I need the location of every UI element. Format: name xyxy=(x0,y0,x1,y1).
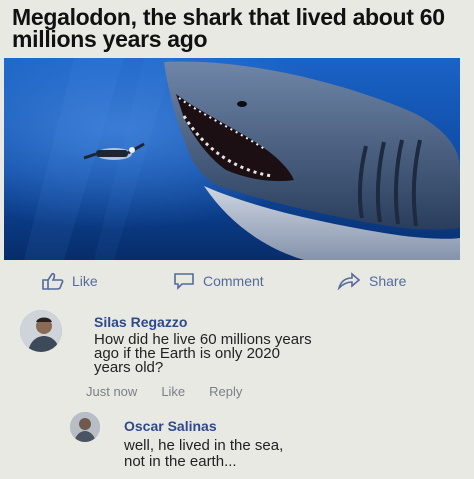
comment-button[interactable]: Comment xyxy=(173,272,264,290)
post-card: Megalodon, the shark that lived about 60… xyxy=(0,0,474,479)
comment-text-line: well, he lived in the sea, xyxy=(124,437,284,454)
comment-text-line: years old? xyxy=(94,359,164,376)
user-avatar-icon xyxy=(70,412,100,442)
share-arrow-icon xyxy=(337,272,361,290)
thumbs-up-icon xyxy=(42,272,64,290)
comment-author[interactable]: Oscar Salinas xyxy=(124,418,217,434)
comment-reply-link[interactable]: Reply xyxy=(209,384,242,399)
user-avatar-icon xyxy=(20,310,62,352)
comment-timestamp: Just now xyxy=(86,384,138,399)
share-button[interactable]: Share xyxy=(337,272,406,290)
comment-bubble-icon xyxy=(174,273,194,290)
comment-author[interactable]: Silas Regazzo xyxy=(94,314,187,330)
post-photo[interactable] xyxy=(4,58,460,260)
megalodon-photo-art xyxy=(4,58,460,260)
comment-like-link[interactable]: Like xyxy=(161,384,185,399)
post-title: Megalodon, the shark that lived about 60… xyxy=(12,4,445,52)
comment-item: Oscar Salinas well, he lived in the sea,… xyxy=(0,408,474,479)
comment-text-line: not in the earth... xyxy=(124,453,237,470)
post-actions-bar: Like Comment Share xyxy=(0,264,474,300)
avatar[interactable] xyxy=(70,412,100,442)
comment-meta: Just now Like Reply xyxy=(86,384,242,399)
like-button[interactable]: Like xyxy=(42,272,98,290)
comment-item: Silas Regazzo How did he live 60 million… xyxy=(0,300,474,410)
avatar[interactable] xyxy=(20,310,62,352)
like-label: Like xyxy=(72,273,98,289)
share-label: Share xyxy=(369,273,407,289)
comment-label: Comment xyxy=(203,273,264,289)
